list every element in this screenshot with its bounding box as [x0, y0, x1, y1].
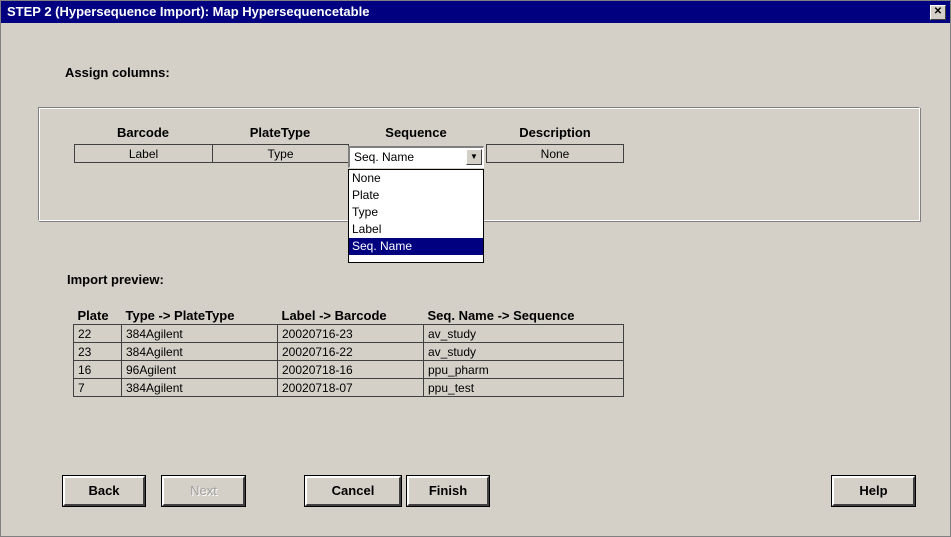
table-row: 22 384Agilent 20020716-23 av_study	[73, 324, 624, 343]
dropdown-option-plate[interactable]: Plate	[349, 187, 483, 204]
table-cell: 20020718-16	[277, 360, 424, 379]
description-mapping-cell[interactable]: None	[486, 144, 624, 163]
table-cell: av_study	[423, 342, 624, 361]
table-cell: 20020718-07	[277, 378, 424, 397]
sequence-mapping-select[interactable]: Seq. Name ▼	[348, 146, 484, 168]
import-preview-label: Import preview:	[67, 272, 164, 287]
dropdown-option-none[interactable]: None	[349, 170, 483, 187]
table-cell: 16	[73, 360, 122, 379]
table-header-label: Label -> Barcode	[281, 307, 387, 323]
title-bar: STEP 2 (Hypersequence Import): Map Hyper…	[1, 1, 950, 23]
window-title: STEP 2 (Hypersequence Import): Map Hyper…	[7, 4, 370, 19]
table-cell: 22	[73, 324, 122, 343]
sequence-dropdown-list: None Plate Type Label Seq. Name	[348, 169, 484, 263]
cancel-button[interactable]: Cancel	[304, 475, 402, 507]
sequence-selected-value: Seq. Name	[354, 150, 415, 164]
table-cell: ppu_test	[423, 378, 624, 397]
column-header-sequence: Sequence	[385, 125, 447, 140]
chevron-down-icon[interactable]: ▼	[466, 149, 482, 165]
table-row: 16 96Agilent 20020718-16 ppu_pharm	[73, 360, 624, 379]
table-cell: 20020716-22	[277, 342, 424, 361]
table-cell: 7	[73, 378, 122, 397]
table-cell: 23	[73, 342, 122, 361]
table-row: 7 384Agilent 20020718-07 ppu_test	[73, 378, 624, 397]
finish-button[interactable]: Finish	[406, 475, 490, 507]
assign-columns-label: Assign columns:	[65, 65, 170, 80]
help-button[interactable]: Help	[831, 475, 916, 507]
back-button[interactable]: Back	[62, 475, 146, 507]
import-preview-table: Plate Type -> PlateType Label -> Barcode…	[73, 306, 624, 397]
table-header-plate: Plate	[77, 307, 109, 323]
table-cell: av_study	[423, 324, 624, 343]
table-cell: 96Agilent	[121, 360, 278, 379]
dropdown-option-seq-name[interactable]: Seq. Name	[349, 238, 483, 255]
table-cell: 384Agilent	[121, 378, 278, 397]
table-cell: 384Agilent	[121, 324, 278, 343]
import-dialog: STEP 2 (Hypersequence Import): Map Hyper…	[0, 0, 951, 537]
dropdown-option-label[interactable]: Label	[349, 221, 483, 238]
table-row: 23 384Agilent 20020716-22 av_study	[73, 342, 624, 361]
table-cell: 20020716-23	[277, 324, 424, 343]
column-header-platetype: PlateType	[249, 125, 311, 140]
next-button[interactable]: Next	[161, 475, 246, 507]
column-header-barcode: Barcode	[116, 125, 170, 140]
table-header-seq-name: Seq. Name -> Sequence	[427, 307, 575, 323]
dropdown-option-type[interactable]: Type	[349, 204, 483, 221]
close-icon[interactable]: ✕	[930, 5, 946, 20]
column-header-description: Description	[519, 125, 591, 140]
table-header-type: Type -> PlateType	[125, 307, 235, 323]
barcode-mapping-cell[interactable]: Label	[74, 144, 213, 163]
platetype-mapping-cell[interactable]: Type	[212, 144, 349, 163]
table-cell: 384Agilent	[121, 342, 278, 361]
table-header-row: Plate Type -> PlateType Label -> Barcode…	[74, 306, 624, 325]
table-cell: ppu_pharm	[423, 360, 624, 379]
